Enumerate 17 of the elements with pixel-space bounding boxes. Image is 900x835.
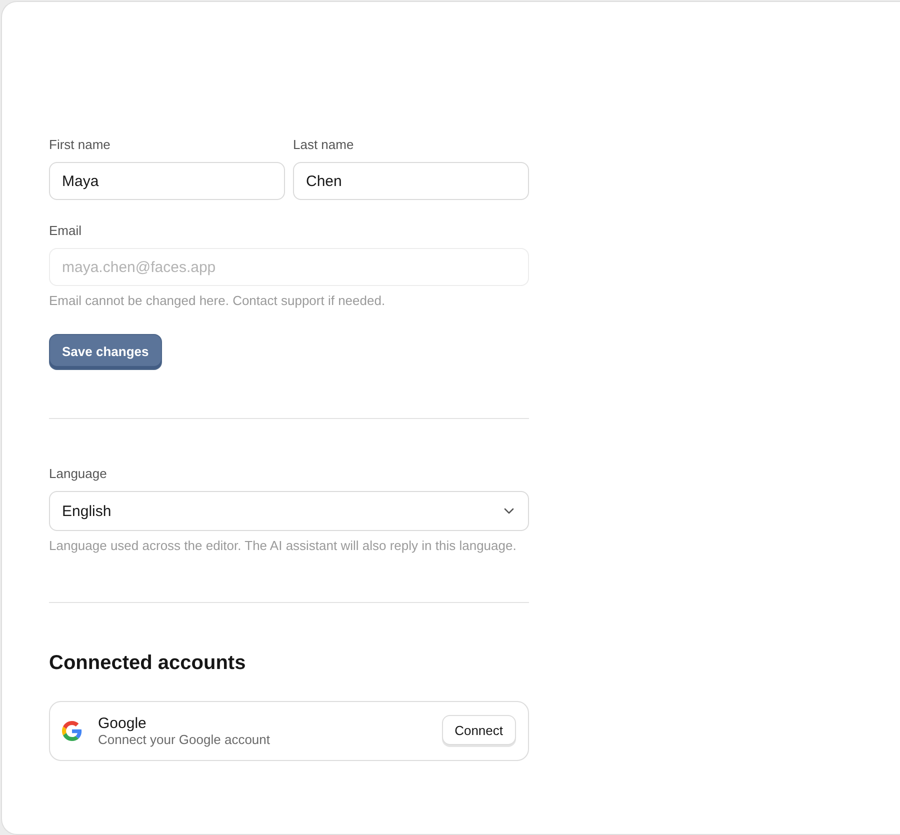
language-dropdown[interactable]: English <box>49 491 529 531</box>
save-button[interactable]: Save changes <box>49 334 162 370</box>
helper-text: Email cannot be changed here. Contact support if needed. <box>49 293 386 309</box>
field-label: Last name <box>293 137 355 153</box>
section-heading: Connected accounts <box>49 651 247 676</box>
account-name: Google <box>98 714 148 732</box>
connect-button[interactable]: Connect <box>442 715 516 745</box>
field-label: Email <box>49 223 83 239</box>
field-label: Language <box>49 466 108 482</box>
google-logo-icon <box>62 721 82 741</box>
chevron-down-icon <box>504 508 514 514</box>
helper-text: Language used across the editor. The AI assistant will also reply in this language. <box>49 538 518 554</box>
field-label: First name <box>49 137 112 153</box>
account-description: Connect your Google account <box>98 732 271 748</box>
dropdown-value: English <box>62 502 112 520</box>
text-input[interactable]: Chen <box>293 162 529 200</box>
text-input[interactable]: Maya <box>49 162 285 200</box>
